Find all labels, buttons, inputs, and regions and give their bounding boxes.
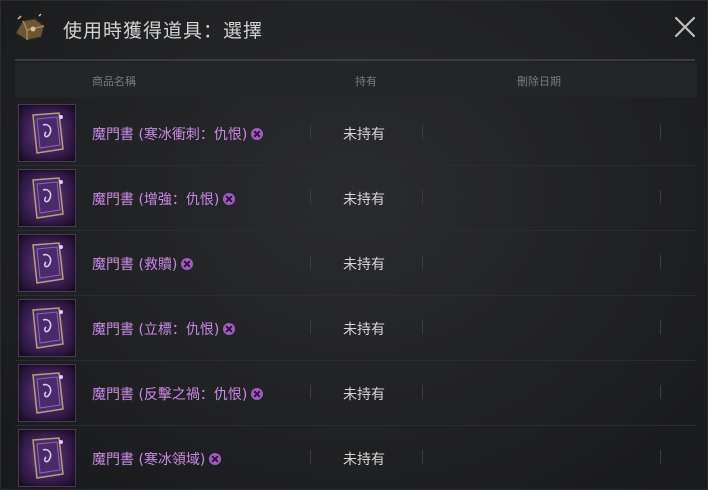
column-divider bbox=[422, 320, 423, 334]
bind-status-icon bbox=[251, 388, 264, 400]
item-select-window: 使用時獲得道具：選擇 商品名稱 持有 刪除日期 魔門書 (寒冰衝刺：仇恨) 未持… bbox=[0, 0, 708, 490]
column-divider bbox=[422, 125, 423, 139]
title-divider bbox=[15, 59, 695, 61]
table-row[interactable]: 魔門書 (救贖) 未持有 bbox=[15, 231, 697, 296]
item-name[interactable]: 魔門書 (寒冰衝刺：仇恨) bbox=[92, 124, 264, 144]
column-divider bbox=[310, 320, 311, 334]
grimoire-book-icon[interactable] bbox=[18, 104, 76, 162]
table-row[interactable]: 魔門書 (立標：仇恨) 未持有 bbox=[15, 296, 697, 361]
column-divider bbox=[660, 125, 661, 139]
header-have: 持有 bbox=[355, 75, 377, 88]
grimoire-book-icon[interactable] bbox=[18, 429, 76, 487]
column-divider bbox=[422, 385, 423, 399]
bind-status-icon bbox=[209, 453, 222, 465]
column-divider bbox=[660, 385, 661, 399]
table-body: 魔門書 (寒冰衝刺：仇恨) 未持有 魔門書 (增強：仇恨) 未持有 魔門書 (救… bbox=[15, 101, 697, 490]
table-row[interactable]: 魔門書 (增強：仇恨) 未持有 bbox=[15, 166, 697, 231]
bind-status-icon bbox=[181, 258, 194, 270]
item-name[interactable]: 魔門書 (救贖) bbox=[92, 254, 194, 274]
header-name: 商品名稱 bbox=[92, 75, 136, 88]
have-status: 未持有 bbox=[343, 387, 385, 403]
column-divider bbox=[422, 450, 423, 464]
have-status: 未持有 bbox=[343, 257, 385, 273]
item-name[interactable]: 魔門書 (增強：仇恨) bbox=[92, 189, 236, 209]
item-name[interactable]: 魔門書 (寒冰領域) bbox=[92, 449, 222, 469]
bind-status-icon bbox=[223, 193, 236, 205]
grimoire-book-icon[interactable] bbox=[18, 364, 76, 422]
bind-status-icon bbox=[251, 128, 264, 140]
grimoire-book-icon[interactable] bbox=[18, 234, 76, 292]
have-status: 未持有 bbox=[343, 322, 385, 338]
column-divider bbox=[422, 190, 423, 204]
table-header: 商品名稱 持有 刪除日期 bbox=[15, 63, 697, 97]
column-divider bbox=[660, 320, 661, 334]
grimoire-book-icon[interactable] bbox=[18, 299, 76, 357]
table-row[interactable]: 魔門書 (寒冰衝刺：仇恨) 未持有 bbox=[15, 101, 697, 166]
table-row[interactable]: 魔門書 (反擊之禍：仇恨) 未持有 bbox=[15, 361, 697, 426]
column-divider bbox=[660, 255, 661, 269]
column-divider bbox=[310, 255, 311, 269]
items-table: 商品名稱 持有 刪除日期 魔門書 (寒冰衝刺：仇恨) 未持有 魔門書 (增強：仇… bbox=[15, 63, 697, 490]
grimoire-book-icon[interactable] bbox=[18, 169, 76, 227]
column-divider bbox=[422, 255, 423, 269]
close-icon[interactable] bbox=[671, 13, 699, 41]
column-divider bbox=[660, 190, 661, 204]
have-status: 未持有 bbox=[343, 452, 385, 468]
item-name[interactable]: 魔門書 (反擊之禍：仇恨) bbox=[92, 384, 264, 404]
have-status: 未持有 bbox=[343, 127, 385, 143]
title-bar: 使用時獲得道具：選擇 bbox=[1, 1, 707, 57]
window-title: 使用時獲得道具：選擇 bbox=[63, 20, 264, 42]
column-divider bbox=[310, 385, 311, 399]
column-divider bbox=[660, 450, 661, 464]
bind-status-icon bbox=[223, 323, 236, 335]
column-divider bbox=[310, 450, 311, 464]
column-divider bbox=[310, 125, 311, 139]
table-row[interactable]: 魔門書 (寒冰領域) 未持有 bbox=[15, 426, 697, 490]
header-delete-date: 刪除日期 bbox=[517, 75, 561, 88]
treasure-chest-icon bbox=[13, 13, 47, 43]
have-status: 未持有 bbox=[343, 192, 385, 208]
column-divider bbox=[310, 190, 311, 204]
item-name[interactable]: 魔門書 (立標：仇恨) bbox=[92, 319, 236, 339]
